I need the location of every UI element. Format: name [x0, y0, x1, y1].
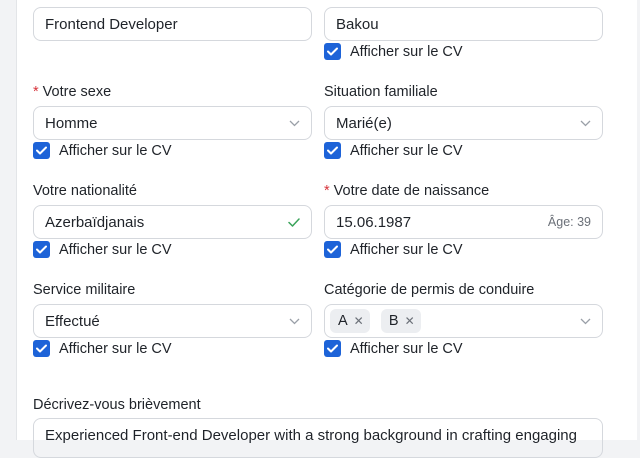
chevron-down-icon [288, 117, 300, 129]
family-select[interactable]: Marié(e) [324, 106, 603, 140]
checkbox-label: Afficher sur le CV [350, 340, 463, 357]
birthdate-input[interactable]: 15.06.1987 Âge: 39 [324, 205, 603, 239]
nationality-show-on-cv[interactable]: Afficher sur le CV [33, 241, 172, 258]
close-icon[interactable]: ✕ [354, 314, 364, 328]
city-show-on-cv[interactable]: Afficher sur le CV [324, 43, 463, 60]
family-show-on-cv[interactable]: Afficher sur le CV [324, 142, 463, 159]
license-tag: A ✕ [330, 309, 370, 333]
nationality-value: Azerbaïdjanais [45, 213, 145, 231]
close-icon[interactable]: ✕ [405, 314, 415, 328]
family-label: Situation familiale [324, 84, 438, 100]
required-mark: * [33, 84, 39, 100]
license-tag-label: A [338, 313, 348, 329]
checkbox-checked-icon[interactable] [33, 241, 50, 258]
age-badge: Âge: 39 [547, 215, 591, 229]
military-select[interactable]: Effectué [33, 304, 312, 338]
about-textarea[interactable]: Experienced Front-end Developer with a s… [33, 418, 603, 458]
birthdate-value: 15.06.1987 [336, 213, 412, 231]
checkbox-checked-icon[interactable] [324, 43, 341, 60]
family-value: Marié(e) [336, 114, 392, 132]
birthdate-label-text: Votre date de naissance [333, 183, 490, 199]
city-input[interactable]: Bakou [324, 7, 603, 41]
birthdate-show-on-cv[interactable]: Afficher sur le CV [324, 241, 463, 258]
license-label: Catégorie de permis de conduire [324, 282, 535, 298]
birthdate-label: * Votre date de naissance [324, 183, 489, 199]
nationality-label: Votre nationalité [33, 183, 137, 199]
checkbox-label: Afficher sur le CV [59, 241, 172, 258]
chevron-down-icon [579, 117, 591, 129]
checkbox-checked-icon[interactable] [33, 340, 50, 357]
chevron-down-icon [288, 315, 300, 327]
gender-label-text: Votre sexe [42, 84, 112, 100]
checkbox-label: Afficher sur le CV [350, 241, 463, 258]
license-tags: A ✕ B ✕ [330, 309, 579, 333]
checkmark-icon [288, 214, 300, 231]
checkbox-label: Afficher sur le CV [350, 142, 463, 159]
chevron-down-icon [579, 315, 591, 327]
license-multiselect[interactable]: A ✕ B ✕ [324, 304, 603, 338]
military-value: Effectué [45, 312, 100, 330]
license-tag-label: B [388, 313, 399, 329]
checkbox-label: Afficher sur le CV [59, 340, 172, 357]
gender-label: * Votre sexe [33, 84, 111, 100]
about-value: Experienced Front-end Developer with a s… [45, 427, 577, 444]
about-label: Décrivez-vous brièvement [33, 397, 201, 413]
checkbox-label: Afficher sur le CV [350, 43, 463, 60]
checkbox-checked-icon[interactable] [324, 241, 341, 258]
gender-select[interactable]: Homme [33, 106, 312, 140]
nationality-select[interactable]: Azerbaïdjanais [33, 205, 312, 239]
license-tag: B ✕ [380, 309, 421, 333]
checkbox-checked-icon[interactable] [324, 340, 341, 357]
checkbox-checked-icon[interactable] [324, 142, 341, 159]
city-value: Bakou [336, 15, 379, 33]
required-mark: * [324, 183, 330, 199]
military-label: Service militaire [33, 282, 136, 298]
position-input[interactable]: Frontend Developer [33, 7, 312, 41]
gender-value: Homme [45, 114, 98, 132]
checkbox-checked-icon[interactable] [33, 142, 50, 159]
checkbox-label: Afficher sur le CV [59, 142, 172, 159]
position-value: Frontend Developer [45, 15, 178, 33]
license-show-on-cv[interactable]: Afficher sur le CV [324, 340, 463, 357]
military-show-on-cv[interactable]: Afficher sur le CV [33, 340, 172, 357]
gender-show-on-cv[interactable]: Afficher sur le CV [33, 142, 172, 159]
